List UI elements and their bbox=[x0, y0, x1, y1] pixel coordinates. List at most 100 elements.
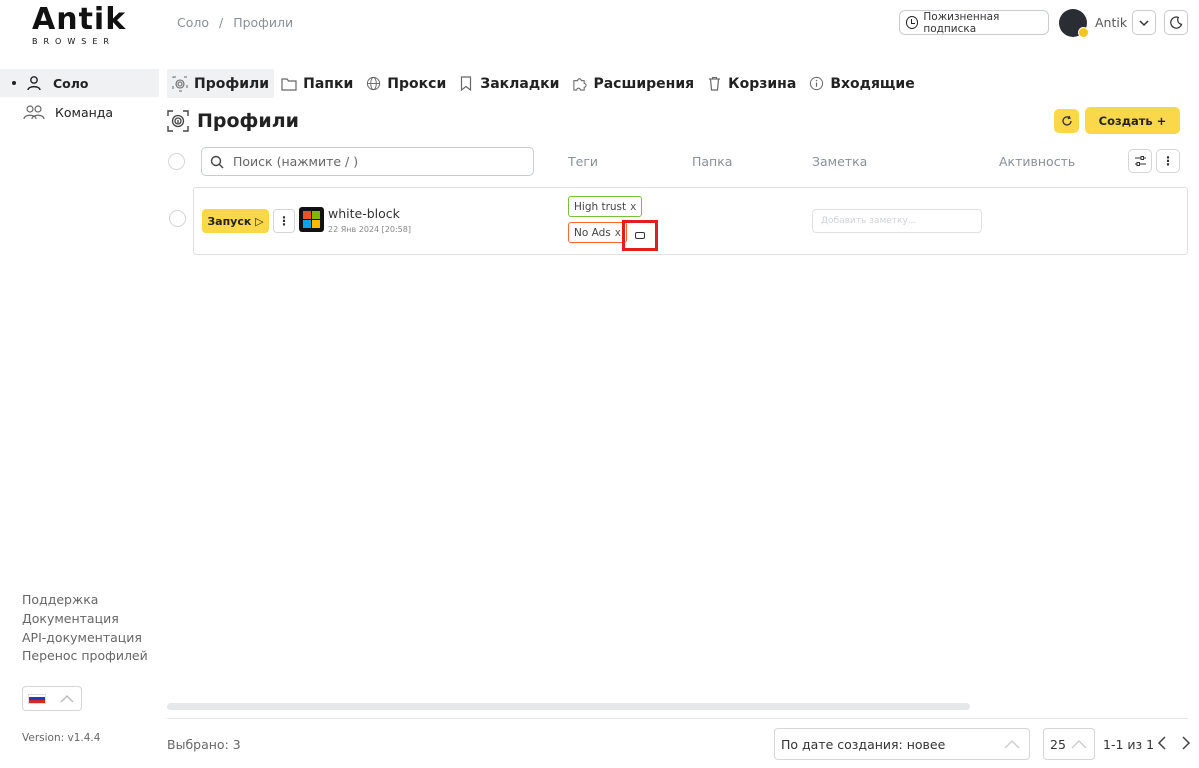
page-title-text: Профили bbox=[197, 110, 299, 132]
clock-icon bbox=[906, 16, 919, 29]
per-page-value: 25 bbox=[1050, 736, 1066, 752]
chevron-up-icon bbox=[1071, 740, 1087, 749]
premium-star-icon bbox=[1078, 27, 1089, 38]
username: Antik bbox=[1095, 15, 1128, 30]
chevron-up-icon bbox=[60, 694, 74, 702]
tag-label: High trust bbox=[574, 200, 627, 213]
pagination-range: 1-1 из 1 bbox=[1103, 737, 1155, 752]
tag-high-trust[interactable]: High trust x bbox=[568, 196, 643, 217]
theme-toggle-button[interactable] bbox=[1164, 10, 1188, 35]
link-support[interactable]: Поддержка bbox=[22, 591, 148, 610]
breadcrumb: Соло / Профили bbox=[177, 15, 299, 30]
launch-button[interactable]: Запуск ▷ bbox=[202, 209, 269, 233]
avatar[interactable] bbox=[1059, 9, 1089, 38]
windows-os-icon bbox=[299, 207, 324, 232]
tag-icon bbox=[635, 232, 645, 239]
tab-label: Корзина bbox=[728, 75, 797, 92]
table-row[interactable] bbox=[193, 187, 1188, 255]
column-header-activity[interactable]: Активность bbox=[999, 154, 1075, 169]
user-icon bbox=[25, 74, 43, 92]
sort-value: По дате создания: новее bbox=[781, 736, 946, 752]
tab-profiles[interactable]: Профили bbox=[167, 69, 275, 98]
sidebar-item-solo[interactable]: Соло bbox=[0, 69, 159, 97]
sidebar-links: Поддержка Документация API-документация … bbox=[22, 591, 148, 666]
trash-icon bbox=[706, 76, 722, 92]
language-selector[interactable] bbox=[22, 686, 82, 711]
column-header-folder[interactable]: Папка bbox=[692, 154, 732, 169]
column-settings-button[interactable] bbox=[1128, 149, 1152, 173]
column-header-tags[interactable]: Теги bbox=[568, 154, 598, 169]
subscription-button[interactable]: Пожизненная подписка bbox=[899, 10, 1049, 35]
fingerprint-icon bbox=[172, 76, 188, 92]
profile-date: 22 Янв 2024 [20:58] bbox=[328, 225, 411, 234]
app-logo[interactable]: Antik BROWSER bbox=[30, 5, 130, 47]
link-transfer-profiles[interactable]: Перенос профилей bbox=[22, 647, 148, 666]
folder-icon bbox=[281, 76, 297, 92]
per-page-select[interactable]: 25 bbox=[1043, 728, 1095, 760]
tab-trash[interactable]: Корзина bbox=[701, 69, 801, 98]
main-nav: Профили Папки Прокси Закладки Расширения… bbox=[167, 69, 922, 98]
search-icon bbox=[210, 155, 224, 168]
row-checkbox[interactable] bbox=[169, 210, 186, 227]
info-icon bbox=[808, 76, 824, 92]
bookmark-icon bbox=[458, 76, 474, 92]
selected-count: Выбрано: 3 bbox=[167, 737, 241, 752]
search-field[interactable] bbox=[201, 147, 534, 176]
tag-label: No Ads bbox=[574, 226, 611, 239]
users-icon bbox=[23, 103, 45, 121]
globe-icon bbox=[365, 76, 381, 92]
app-version: Version: v1.4.4 bbox=[22, 732, 101, 744]
chevron-left-icon bbox=[1157, 736, 1166, 750]
table-more-button[interactable]: ⋮ bbox=[1156, 149, 1180, 173]
tab-label: Прокси bbox=[387, 75, 447, 92]
refresh-icon bbox=[1061, 115, 1072, 126]
fingerprint-icon bbox=[167, 110, 189, 132]
puzzle-icon bbox=[571, 76, 587, 92]
breadcrumb-separator: / bbox=[219, 15, 224, 30]
chevron-up-icon bbox=[1004, 740, 1020, 749]
prev-page-button[interactable] bbox=[1155, 734, 1169, 752]
tab-proxies[interactable]: Прокси bbox=[360, 69, 451, 98]
sort-select[interactable]: По дате создания: новее bbox=[774, 728, 1030, 760]
tag-no-ads[interactable]: No Ads x bbox=[568, 222, 627, 243]
link-api-docs[interactable]: API-документация bbox=[22, 629, 148, 648]
logo-text: Antik bbox=[32, 2, 127, 37]
search-input[interactable] bbox=[233, 154, 513, 169]
divider bbox=[167, 718, 1188, 719]
create-profile-button[interactable]: Создать + bbox=[1085, 107, 1180, 134]
horizontal-scrollbar[interactable] bbox=[167, 703, 970, 710]
account-dropdown-button[interactable] bbox=[1132, 10, 1156, 35]
row-more-button[interactable]: ⋮ bbox=[273, 209, 295, 233]
logo-subtext: BROWSER bbox=[32, 37, 115, 46]
tag-remove-icon[interactable]: x bbox=[615, 227, 621, 239]
tab-inbox[interactable]: Входящие bbox=[803, 69, 919, 98]
select-all-checkbox[interactable] bbox=[168, 153, 185, 170]
russian-flag-icon bbox=[28, 693, 46, 704]
moon-icon bbox=[1169, 16, 1182, 29]
more-vertical-icon: ⋮ bbox=[1162, 154, 1174, 168]
chevron-down-icon bbox=[1139, 19, 1149, 26]
note-input[interactable] bbox=[812, 209, 982, 233]
add-tag-button[interactable] bbox=[622, 220, 658, 251]
active-dot-icon bbox=[12, 81, 16, 85]
tab-extensions[interactable]: Расширения bbox=[566, 69, 699, 98]
tab-label: Профили bbox=[194, 75, 270, 92]
profile-name[interactable]: white-block bbox=[328, 206, 400, 221]
tag-remove-icon[interactable]: x bbox=[630, 201, 636, 213]
chevron-right-icon bbox=[1182, 736, 1191, 750]
tab-label: Расширения bbox=[593, 75, 695, 92]
breadcrumb-profiles: Профили bbox=[233, 15, 294, 30]
page-title: Профили bbox=[167, 110, 299, 132]
sidebar-item-team[interactable]: Команда bbox=[0, 98, 159, 126]
tab-label: Входящие bbox=[830, 75, 915, 92]
next-page-button[interactable] bbox=[1179, 734, 1193, 752]
tab-folders[interactable]: Папки bbox=[276, 69, 358, 98]
link-docs[interactable]: Документация bbox=[22, 610, 148, 629]
breadcrumb-solo[interactable]: Соло bbox=[177, 15, 209, 30]
tab-label: Папки bbox=[303, 75, 354, 92]
column-header-note[interactable]: Заметка bbox=[812, 154, 867, 169]
more-vertical-icon: ⋮ bbox=[278, 214, 290, 228]
refresh-button[interactable] bbox=[1054, 109, 1079, 133]
sidebar-item-label: Команда bbox=[55, 104, 114, 120]
tab-bookmarks[interactable]: Закладки bbox=[453, 69, 564, 98]
